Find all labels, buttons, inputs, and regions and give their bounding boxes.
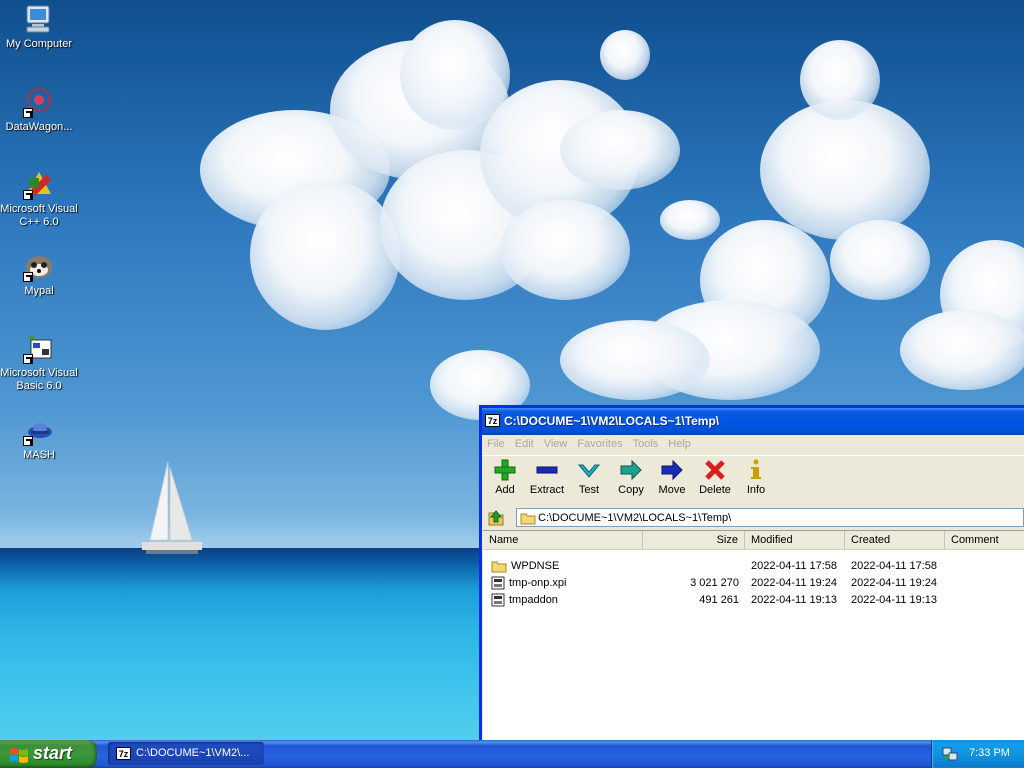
- column-comment[interactable]: Comment: [945, 531, 1024, 549]
- delete-button[interactable]: Delete: [695, 459, 735, 496]
- extract-label: Extract: [529, 484, 565, 496]
- desktop-icon-label: DataWagon...: [5, 121, 73, 133]
- table-row[interactable]: WPDNSE 2022-04-11 17:58 2022-04-11 17:58: [483, 557, 1024, 574]
- desktop-icon-label: Mypal: [24, 285, 54, 297]
- add-label: Add: [495, 484, 515, 496]
- add-icon: [494, 459, 516, 481]
- desktop-icon-my-computer[interactable]: My Computer: [0, 3, 78, 51]
- file-list[interactable]: Name Size Modified Created Comment WPDNS…: [483, 530, 1024, 740]
- visual-cpp-icon: [23, 168, 55, 200]
- mypal-icon: [23, 250, 55, 282]
- mash-icon: [23, 414, 55, 446]
- column-modified[interactable]: Modified: [745, 531, 845, 549]
- 7zip-app-icon: 7z: [485, 414, 500, 427]
- test-button[interactable]: Test: [569, 459, 609, 496]
- taskbar-window-button[interactable]: 7z C:\DOCUME~1\VM2\...: [108, 742, 264, 765]
- datawagon-icon: [23, 86, 55, 118]
- desktop-icon-visual-cpp[interactable]: Microsoft Visual C++ 6.0: [0, 168, 78, 229]
- file-created: 2022-04-11 19:24: [851, 577, 938, 589]
- folder-icon: [520, 513, 536, 525]
- 7zip-app-icon: 7z: [116, 747, 131, 760]
- test-icon: [578, 464, 600, 478]
- clock[interactable]: 7:33 PM: [969, 747, 1010, 759]
- move-button[interactable]: Move: [652, 459, 692, 496]
- file-size: [643, 558, 739, 574]
- info-icon: [751, 459, 761, 479]
- table-row[interactable]: tmpaddon 491 261 2022-04-11 19:13 2022-0…: [483, 591, 1024, 608]
- window-title: C:\DOCUME~1\VM2\LOCALS~1\Temp\: [504, 414, 720, 428]
- file-created: 2022-04-11 19:13: [851, 594, 938, 606]
- desktop-icon-datawagon[interactable]: DataWagon...: [0, 86, 78, 134]
- toolbar: Add Extract Test Copy Move Delete Info: [482, 455, 1024, 506]
- copy-icon: [620, 459, 642, 481]
- file-size: 3 021 270: [690, 577, 739, 589]
- taskbar: start 7z C:\DOCUME~1\VM2\... 7:33 PM: [0, 740, 1024, 768]
- extract-button[interactable]: Extract: [527, 459, 567, 496]
- desktop-icon-mypal[interactable]: Mypal: [0, 250, 78, 298]
- start-label: start: [33, 743, 73, 763]
- file-manager-window[interactable]: 7z C:\DOCUME~1\VM2\LOCALS~1\Temp\ File Ed…: [479, 405, 1024, 740]
- desktop-icon-label: MASH: [23, 449, 55, 461]
- list-header: Name Size Modified Created Comment: [483, 531, 1024, 550]
- file-modified: 2022-04-11 19:13: [751, 594, 838, 606]
- copy-button[interactable]: Copy: [611, 459, 651, 496]
- file-size: 491 261: [699, 594, 739, 606]
- test-label: Test: [578, 484, 600, 496]
- sailboat-image: [142, 461, 202, 554]
- delete-icon: [705, 460, 725, 480]
- menu-edit[interactable]: Edit: [510, 435, 539, 450]
- extract-icon: [536, 466, 558, 474]
- delete-label: Delete: [699, 484, 731, 496]
- system-tray: 7:33 PM: [931, 740, 1024, 768]
- desktop-icon-mash[interactable]: MASH: [0, 414, 78, 462]
- menu-tools[interactable]: Tools: [628, 435, 664, 450]
- column-size[interactable]: Size: [643, 531, 745, 549]
- address-field[interactable]: [516, 508, 1024, 527]
- move-label: Move: [658, 484, 686, 496]
- desktop-icon-label: Microsoft Visual Basic 6.0: [0, 367, 78, 392]
- add-button[interactable]: Add: [485, 459, 525, 496]
- column-name[interactable]: Name: [483, 531, 643, 549]
- info-button[interactable]: Info: [736, 459, 776, 496]
- menu-file[interactable]: File: [482, 435, 510, 450]
- file-modified: 2022-04-11 19:24: [751, 577, 838, 589]
- taskbar-window-title: C:\DOCUME~1\VM2\...: [136, 747, 250, 759]
- my-computer-icon: [23, 3, 55, 35]
- windows-flag-icon: [10, 748, 28, 763]
- start-button[interactable]: start: [0, 740, 97, 768]
- desktop-icon-label: My Computer: [5, 38, 73, 50]
- address-input[interactable]: [538, 510, 1018, 525]
- info-label: Info: [746, 484, 766, 496]
- file-icon: [491, 576, 505, 590]
- menu-view[interactable]: View: [539, 435, 573, 450]
- address-bar: [482, 506, 1024, 529]
- up-folder-icon[interactable]: [487, 509, 505, 526]
- desktop-icon-visual-basic[interactable]: Microsoft Visual Basic 6.0: [0, 332, 78, 393]
- visual-basic-icon: [23, 332, 55, 364]
- file-icon: [491, 593, 505, 607]
- file-modified: 2022-04-11 17:58: [751, 560, 838, 572]
- folder-icon: [491, 561, 507, 573]
- menu-favorites[interactable]: Favorites: [572, 435, 627, 450]
- copy-label: Copy: [618, 484, 644, 496]
- table-row[interactable]: tmp-onp.xpi 3 021 270 2022-04-11 19:24 2…: [483, 574, 1024, 591]
- file-name: tmpaddon: [509, 594, 558, 606]
- network-icon[interactable]: [941, 746, 959, 762]
- window-titlebar[interactable]: 7z C:\DOCUME~1\VM2\LOCALS~1\Temp\: [482, 408, 1024, 435]
- file-created: 2022-04-11 17:58: [851, 560, 938, 572]
- move-icon: [661, 459, 683, 481]
- desktop-icon-label: Microsoft Visual C++ 6.0: [0, 203, 78, 228]
- file-name: WPDNSE: [511, 560, 560, 572]
- menu-bar: File Edit View Favorites Tools Help: [482, 435, 1024, 454]
- column-created[interactable]: Created: [845, 531, 945, 549]
- menu-help[interactable]: Help: [663, 435, 696, 450]
- file-name: tmp-onp.xpi: [509, 577, 567, 589]
